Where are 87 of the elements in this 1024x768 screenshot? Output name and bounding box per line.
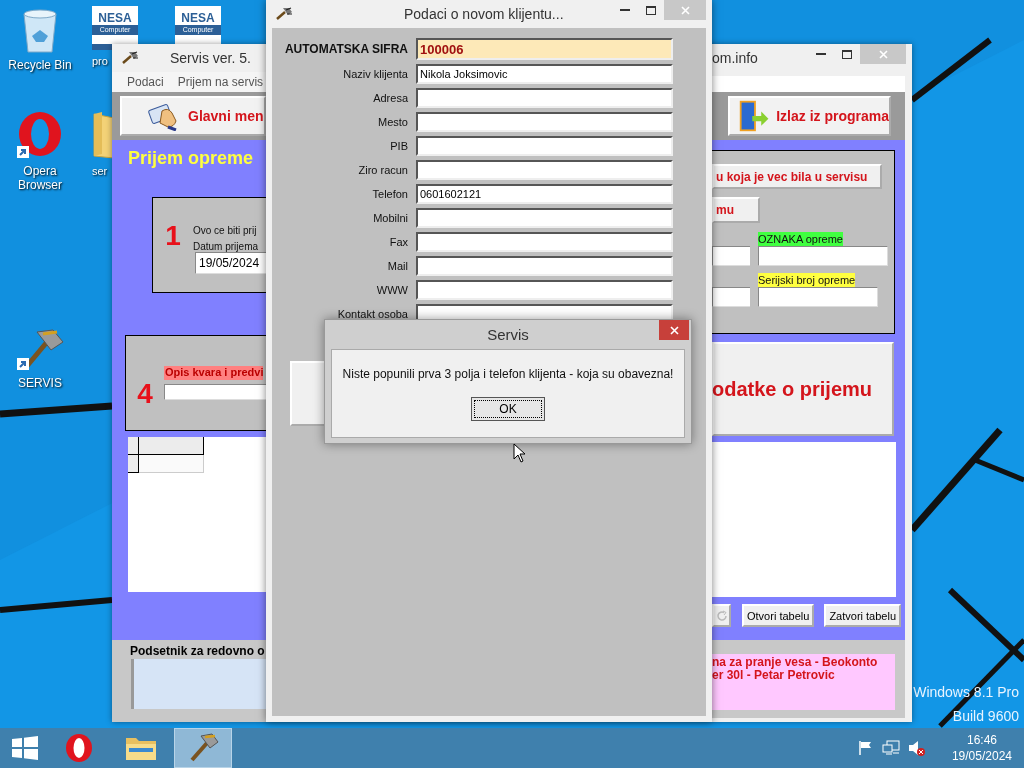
main-menu-button[interactable]: Glavni men xyxy=(120,96,266,136)
input-field[interactable]: 0601602121 xyxy=(416,184,673,204)
dialog-message: Niste popunili prva 3 polja i telefon klijenta - koja su obavezna! xyxy=(342,367,674,381)
input-field[interactable]: 100006 xyxy=(416,38,673,60)
reminder-title: Podsetnik za redovno o xyxy=(130,644,266,658)
flag-icon[interactable] xyxy=(857,740,874,756)
muted-speaker-icon[interactable] xyxy=(907,739,926,757)
input-field[interactable] xyxy=(758,246,888,266)
field-label: Ziro racun xyxy=(358,164,408,176)
input-field[interactable] xyxy=(416,256,673,276)
input-field[interactable] xyxy=(416,232,673,252)
table-button[interactable]: Otvori tabelu xyxy=(742,604,815,627)
clock-time[interactable]: 16:46 xyxy=(966,732,997,748)
close-button[interactable] xyxy=(659,320,689,340)
dialog-title: Servis xyxy=(487,326,529,343)
clock-date[interactable]: 19/05/2024 xyxy=(951,748,1012,764)
field-label: Kontakt osoba xyxy=(337,308,408,320)
input-field[interactable] xyxy=(712,246,750,266)
close-icon xyxy=(878,49,888,59)
input-field[interactable] xyxy=(416,112,673,132)
exit-button[interactable]: Izlaz iz programa xyxy=(728,96,891,136)
panel-button[interactable]: mu xyxy=(712,197,760,223)
minimize-icon xyxy=(816,53,826,55)
field-label: Naziv klijenta xyxy=(343,68,408,80)
watermark-text: Build 9600 xyxy=(951,708,1019,724)
input-field[interactable] xyxy=(164,384,266,400)
desktop-icon-label[interactable]: Recycle Bin xyxy=(8,58,72,72)
field-label: OZNAKA opreme xyxy=(758,232,843,246)
save-button[interactable]: odatke o prijemu xyxy=(712,342,894,436)
logo-text: NESA xyxy=(98,12,132,25)
date-label: Datum prijema xyxy=(193,241,259,252)
input-field[interactable] xyxy=(416,208,673,228)
field-label: Telefon xyxy=(372,188,408,200)
mouse-cursor-icon xyxy=(513,443,526,463)
refresh-icon xyxy=(715,609,728,622)
section-heading: Prijem opreme xyxy=(128,148,254,169)
field-label: Opis kvara i predvi xyxy=(164,366,264,380)
opera-icon xyxy=(64,733,94,763)
input-field[interactable] xyxy=(416,136,673,156)
hammer-icon xyxy=(276,7,294,21)
taskbar-app-button[interactable] xyxy=(174,728,232,768)
reminder-text: er 30l - Petar Petrovic xyxy=(712,669,836,682)
field-label: Serijski broj opreme xyxy=(758,273,856,287)
field-label: AUTOMATSKA SIFRA xyxy=(284,42,408,56)
window-title: Podaci o novom klijentu... xyxy=(404,6,564,22)
minimize-icon xyxy=(620,9,630,11)
input-field[interactable] xyxy=(416,280,673,300)
field-label: PIB xyxy=(390,140,408,152)
field-label: WWW xyxy=(376,284,408,296)
menu-item[interactable]: Podaci xyxy=(127,75,164,89)
input-field[interactable] xyxy=(416,160,673,180)
table-button[interactable]: Zatvori tabelu xyxy=(824,604,902,627)
maximize-icon xyxy=(842,49,852,59)
step-number: 1 xyxy=(165,220,181,252)
field-label: Mesto xyxy=(378,116,408,128)
history-button[interactable]: u koja je vec bila u servisu xyxy=(712,164,882,189)
watermark-text: Windows 8.1 Pro xyxy=(913,684,1019,700)
desktop-icon-label[interactable]: SERVIS xyxy=(18,376,62,390)
input-field[interactable] xyxy=(758,287,878,307)
hammer-icon xyxy=(122,51,140,65)
field-label: Mobilni xyxy=(373,212,408,224)
field-label: Adresa xyxy=(373,92,408,104)
network-icon[interactable] xyxy=(881,739,900,757)
folder-icon xyxy=(125,735,157,761)
window-title: om.info xyxy=(712,50,758,66)
menu-item[interactable]: Prijem na servis xyxy=(177,75,264,89)
input-field[interactable]: Nikola Joksimovic xyxy=(416,64,673,84)
window-title: Servis ver. 5. xyxy=(170,50,251,66)
step-number: 4 xyxy=(137,378,153,410)
close-icon xyxy=(669,325,679,335)
windows-logo-icon xyxy=(12,736,38,760)
door-icon xyxy=(738,98,771,134)
panel-text: Ovo ce biti prij xyxy=(193,225,257,236)
logo-text: NESA xyxy=(181,12,215,25)
input-field[interactable] xyxy=(712,287,750,307)
hammer-icon xyxy=(15,328,65,372)
desktop-icon-label[interactable]: Opera Browser xyxy=(4,164,76,192)
input-field[interactable] xyxy=(416,88,673,108)
desktop-icon-label[interactable]: ser xyxy=(92,164,108,178)
desktop-icon-label[interactable]: pro xyxy=(92,54,108,68)
ok-button[interactable]: OK xyxy=(471,397,545,421)
date-field[interactable]: 19/05/2024 xyxy=(195,252,266,274)
maximize-icon xyxy=(646,5,656,15)
reminder-text: na za pranje vesa - Beokonto xyxy=(712,656,879,669)
close-icon xyxy=(680,5,690,15)
field-label: Mail xyxy=(387,260,408,272)
field-label: Fax xyxy=(389,236,408,248)
